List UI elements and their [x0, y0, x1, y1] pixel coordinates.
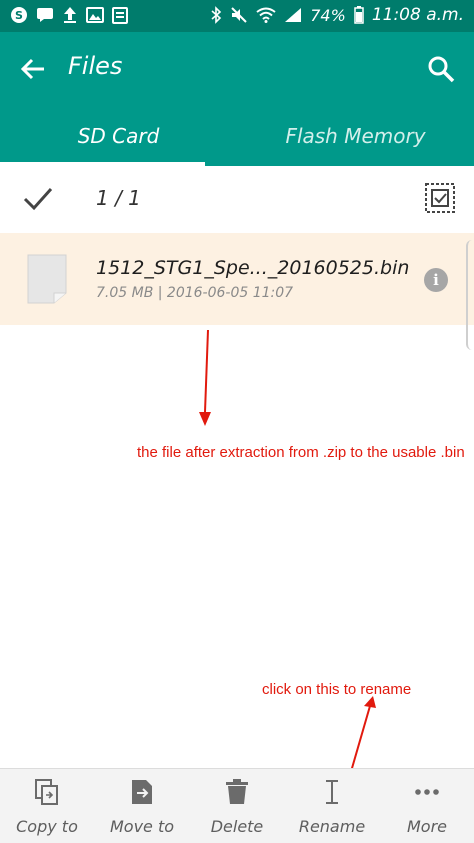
bottom-action-bar: Copy to Move to Delete Rename More — [0, 768, 474, 843]
move-to-button[interactable]: Move to — [95, 769, 189, 843]
rename-label: Rename — [298, 817, 366, 836]
skype-icon: S — [11, 7, 27, 23]
file-name: 1512_STG1_Spe..._20160525.bin — [96, 257, 410, 279]
delete-label: Delete — [210, 817, 264, 836]
image-icon — [86, 7, 104, 23]
file-icon — [27, 254, 67, 304]
app-bar: Files — [0, 32, 474, 106]
selection-header: 1 / 1 — [0, 166, 474, 232]
trash-icon — [226, 779, 248, 804]
more-icon — [415, 789, 439, 795]
more-label: More — [406, 817, 447, 836]
battery-percent: 74% — [310, 5, 346, 25]
annotation-extracted-file: the file after extraction from .zip to t… — [137, 444, 465, 461]
page-title: Files — [68, 52, 123, 80]
chat-icon — [37, 8, 53, 22]
battery-icon — [354, 6, 364, 24]
tab-flash-memory[interactable]: Flash Memory — [237, 106, 474, 166]
move-icon — [132, 780, 152, 804]
info-icon[interactable]: i — [424, 268, 448, 292]
wifi-icon — [256, 7, 276, 23]
move-to-label: Move to — [109, 817, 175, 836]
status-bar: S 74% 11:08 a.m. — [0, 0, 474, 32]
annotation-rename: click on this to rename — [262, 681, 412, 698]
list-item[interactable]: 1512_STG1_Spe..._20160525.bin 7.05 MB | … — [0, 233, 474, 325]
select-all-icon[interactable] — [424, 182, 456, 214]
search-icon[interactable] — [426, 54, 456, 84]
delete-button[interactable]: Delete — [190, 769, 284, 843]
back-arrow-icon[interactable] — [18, 54, 48, 84]
file-meta: 7.05 MB | 2016-06-05 11:07 — [96, 285, 294, 301]
selection-count: 1 / 1 — [96, 186, 141, 210]
signal-icon — [285, 8, 302, 22]
rename-button[interactable]: Rename — [285, 769, 379, 843]
bluetooth-icon — [211, 6, 222, 24]
copy-to-button[interactable]: Copy to — [0, 769, 94, 843]
scrollbar[interactable] — [466, 240, 474, 350]
tab-sd-card[interactable]: SD Card — [0, 106, 237, 166]
copy-icon — [35, 779, 58, 805]
rename-cursor-icon — [326, 780, 338, 804]
upload-icon — [64, 7, 76, 23]
copy-to-label: Copy to — [16, 817, 78, 836]
notification-icons: S — [10, 6, 128, 24]
clock: 11:08 a.m. — [371, 5, 464, 25]
svg-text:S: S — [15, 9, 23, 22]
system-status: 74% 11:08 a.m. — [210, 5, 464, 25]
clipboard-icon — [112, 7, 128, 24]
mute-icon — [231, 7, 247, 23]
more-button[interactable]: More — [380, 769, 474, 843]
storage-tabs: SD Card Flash Memory — [0, 106, 474, 166]
checkmark-icon[interactable] — [22, 184, 54, 214]
